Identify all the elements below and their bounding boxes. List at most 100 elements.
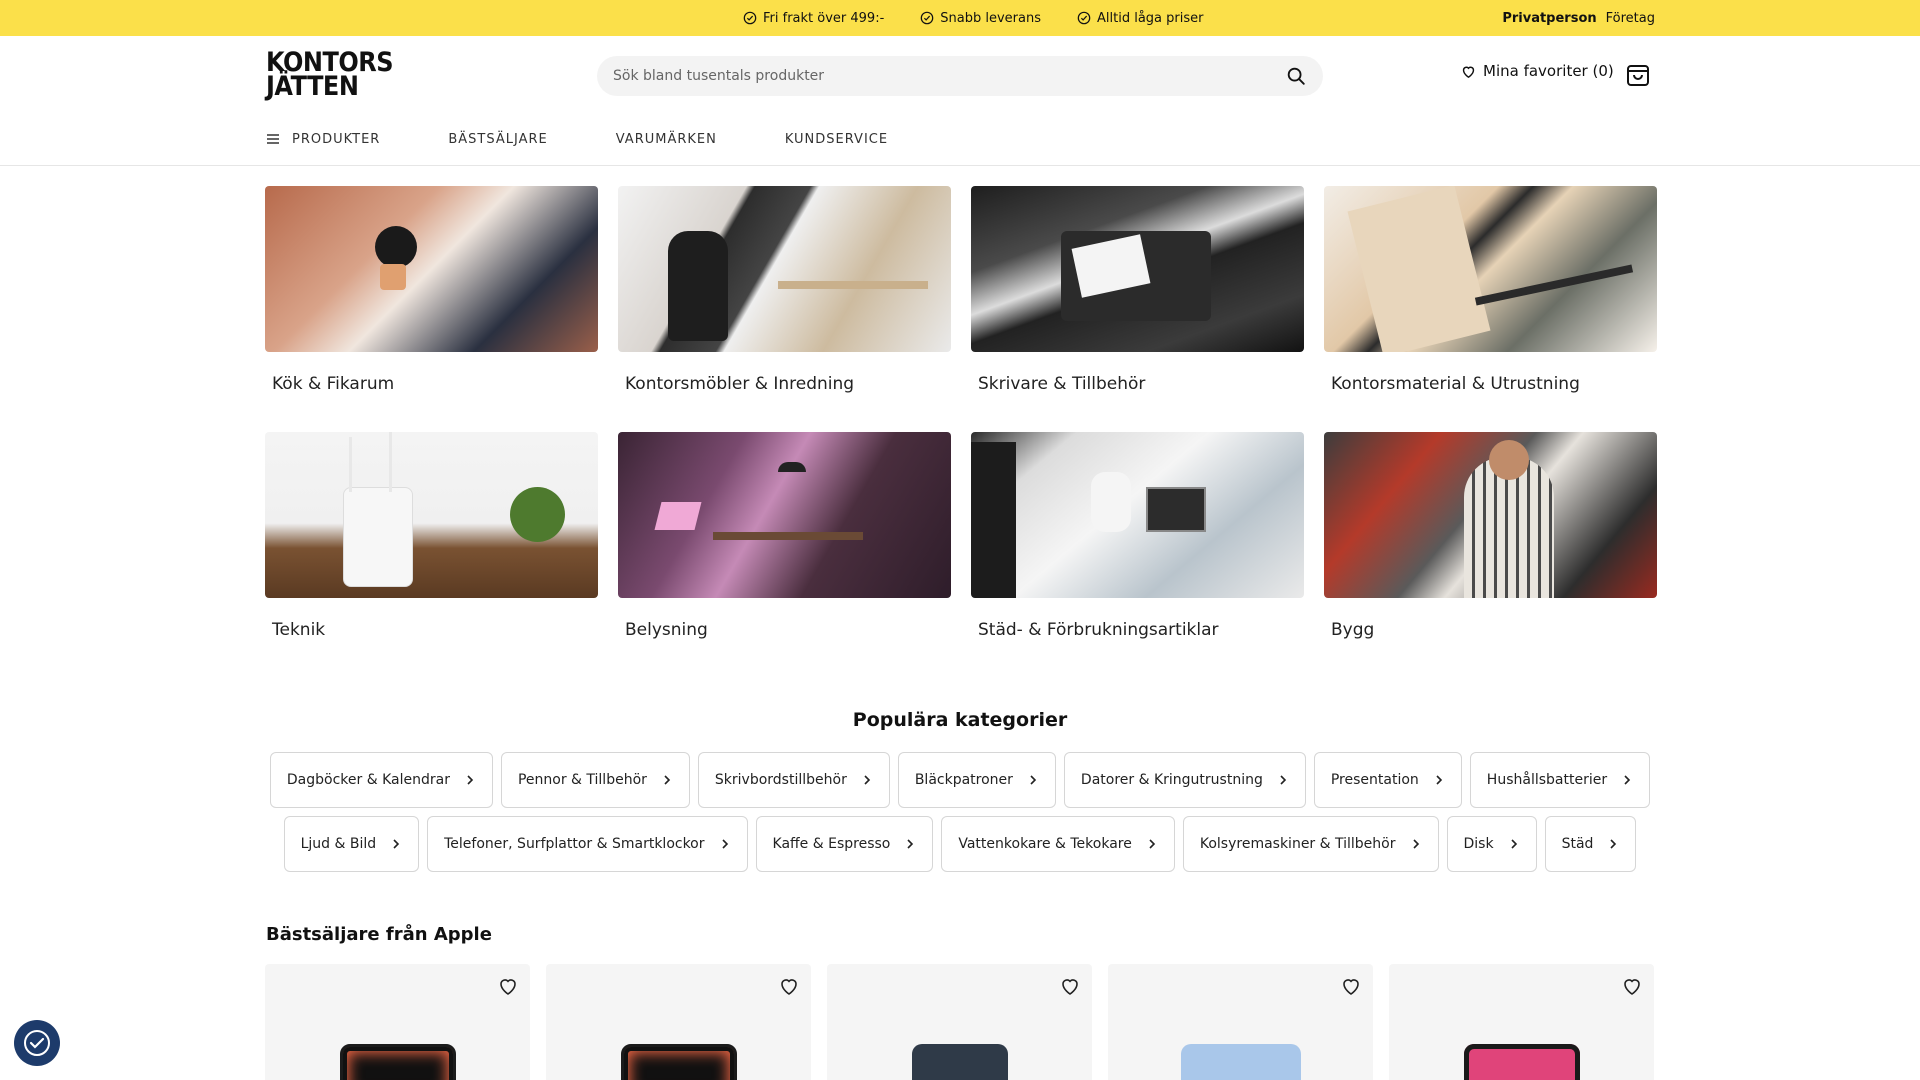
nav-produkter[interactable]: PRODUKTER — [266, 132, 380, 147]
nav-label: VARUMÄRKEN — [615, 131, 717, 147]
category-card-stad[interactable]: Städ- & Förbrukningsartiklar — [971, 432, 1304, 678]
iphone-image — [911, 1044, 1008, 1080]
audience-privatperson-link[interactable]: Privatperson — [1502, 11, 1596, 26]
usp-item: Alltid låga priser — [1077, 11, 1203, 26]
chip-label: Hushållsbatterier — [1486, 772, 1608, 788]
product-row — [265, 964, 1654, 1080]
bestsellers-title: Bästsäljare från Apple — [266, 924, 492, 945]
product-card[interactable] — [1108, 964, 1373, 1080]
audience-switch: Privatperson Företag — [1502, 0, 1655, 36]
popular-categories-title: Populära kategorier — [852, 709, 1068, 731]
nav-varumarken[interactable]: VARUMÄRKEN — [616, 132, 717, 147]
category-chip[interactable]: Datorer & Kringutrustning — [1063, 752, 1306, 808]
ipad-pro-image — [339, 1044, 456, 1080]
usp-item: Snabb leverans — [920, 11, 1041, 26]
heart-icon[interactable] — [1339, 974, 1363, 998]
nav-label: BÄSTSÄLJARE — [448, 131, 548, 147]
chevron-right-icon — [864, 775, 870, 785]
kitchen-coffee-photo — [265, 186, 598, 352]
chevron-right-icon — [1280, 775, 1286, 785]
category-label: Städ- & Förbrukningsartiklar — [978, 620, 1219, 640]
usp-text: Snabb leverans — [940, 10, 1041, 26]
chip-label: Ljud & Bild — [300, 836, 377, 852]
category-card-kontorsmobler[interactable]: Kontorsmöbler & Inredning — [618, 186, 951, 432]
header-divider — [0, 165, 1920, 166]
category-chip[interactable]: Dagböcker & Kalendrar — [269, 752, 493, 808]
menu-icon — [267, 134, 279, 144]
category-card-bygg[interactable]: Bygg — [1324, 432, 1657, 678]
search-bar — [597, 56, 1323, 96]
category-chip[interactable]: Presentation — [1313, 752, 1462, 808]
category-chip[interactable]: Disk — [1446, 816, 1537, 872]
category-chip[interactable]: Kolsyremaskiner & Tillbehör — [1182, 816, 1439, 872]
category-chip[interactable]: Hushållsbatterier — [1469, 752, 1651, 808]
chevron-right-icon — [1412, 839, 1419, 849]
category-label: Teknik — [272, 620, 326, 640]
office-supplies-photo — [1324, 186, 1657, 352]
heart-icon[interactable] — [496, 974, 520, 998]
product-card[interactable] — [265, 964, 530, 1080]
chevron-right-icon — [467, 775, 474, 785]
product-card[interactable] — [827, 964, 1092, 1080]
check-circle-icon — [743, 11, 757, 25]
search-icon[interactable] — [1285, 65, 1307, 87]
category-card-kontorsmaterial[interactable]: Kontorsmaterial & Utrustning — [1324, 186, 1657, 432]
printer-photo — [971, 186, 1304, 352]
category-chip[interactable]: Vattenkokare & Tekokare — [941, 816, 1175, 872]
category-chip[interactable]: Telefoner, Surfplattor & Smartklockor — [427, 816, 748, 872]
category-label: Kontorsmöbler & Inredning — [625, 374, 855, 394]
nav-bastsaljare[interactable]: BÄSTSÄLJARE — [448, 132, 547, 147]
chip-label: Kolsyremaskiner & Tillbehör — [1199, 836, 1396, 852]
category-label: Bygg — [1331, 620, 1375, 640]
category-label: Kök & Fikarum — [272, 374, 395, 394]
nav-kundservice[interactable]: KUNDSERVICE — [785, 132, 888, 147]
heart-icon[interactable] — [1620, 974, 1644, 998]
category-card-skrivare[interactable]: Skrivare & Tillbehör — [971, 186, 1304, 432]
category-label: Skrivare & Tillbehör — [978, 374, 1146, 394]
category-chip[interactable]: Pennor & Tillbehör — [500, 752, 690, 808]
audience-foretag-link[interactable]: Företag — [1606, 11, 1655, 26]
popular-categories-row: Ljud & Bild Telefoner, Surfplattor & Sma… — [0, 816, 1920, 872]
product-card[interactable] — [1389, 964, 1654, 1080]
chip-label: Dagböcker & Kalendrar — [286, 772, 450, 788]
search-input[interactable] — [613, 68, 1285, 84]
favorites-link[interactable]: Mina favoriter (0) — [1460, 62, 1614, 80]
category-label: Belysning — [625, 620, 708, 640]
chip-label: Skrivbordstillbehör — [714, 772, 847, 788]
logo-line-2: JÄTTEN — [266, 70, 359, 102]
site-logo[interactable]: KONTORS JÄTTEN — [266, 49, 394, 102]
category-card-teknik[interactable]: Teknik — [265, 432, 598, 678]
category-chip[interactable]: Kaffe & Espresso — [755, 816, 934, 872]
usp-item: Fri frakt över 499:- — [743, 11, 884, 26]
check-circle-icon — [1077, 11, 1091, 25]
chip-label: Städ — [1561, 836, 1594, 852]
category-card-kok[interactable]: Kök & Fikarum — [265, 186, 598, 432]
cleaning-photo — [971, 432, 1304, 598]
product-card[interactable] — [546, 964, 811, 1080]
ipad-mini-image — [1463, 1044, 1580, 1080]
category-chip[interactable]: Ljud & Bild — [283, 816, 420, 872]
nav-label: KUNDSERVICE — [784, 131, 889, 147]
usp-list: Fri frakt över 499:- Snabb leverans Allt… — [743, 0, 1203, 36]
ipad-air-image — [1180, 1044, 1301, 1080]
chevron-right-icon — [393, 839, 400, 849]
category-chip[interactable]: Städ — [1544, 816, 1637, 872]
nav-label: PRODUKTER — [292, 131, 381, 147]
category-chip[interactable]: Bläckpatroner — [897, 752, 1056, 808]
heart-icon — [1462, 66, 1475, 78]
category-card-belysning[interactable]: Belysning — [618, 432, 951, 678]
chevron-right-icon — [1149, 839, 1155, 849]
heart-icon[interactable] — [1058, 974, 1082, 998]
heart-icon[interactable] — [777, 974, 801, 998]
shopping-bag-icon[interactable] — [1624, 60, 1652, 88]
accessibility-button[interactable] — [14, 1020, 60, 1066]
lighting-photo — [618, 432, 951, 598]
main-nav: PRODUKTER BÄSTSÄLJARE VARUMÄRKEN KUNDSER… — [266, 124, 956, 154]
office-furniture-photo — [618, 186, 951, 352]
category-chip[interactable]: Skrivbordstillbehör — [697, 752, 890, 808]
chip-label: Vattenkokare & Tekokare — [958, 836, 1132, 852]
chip-label: Pennor & Tillbehör — [517, 772, 647, 788]
chevron-right-icon — [1624, 775, 1631, 785]
chip-label: Disk — [1463, 836, 1494, 852]
check-circle-icon — [920, 11, 934, 25]
